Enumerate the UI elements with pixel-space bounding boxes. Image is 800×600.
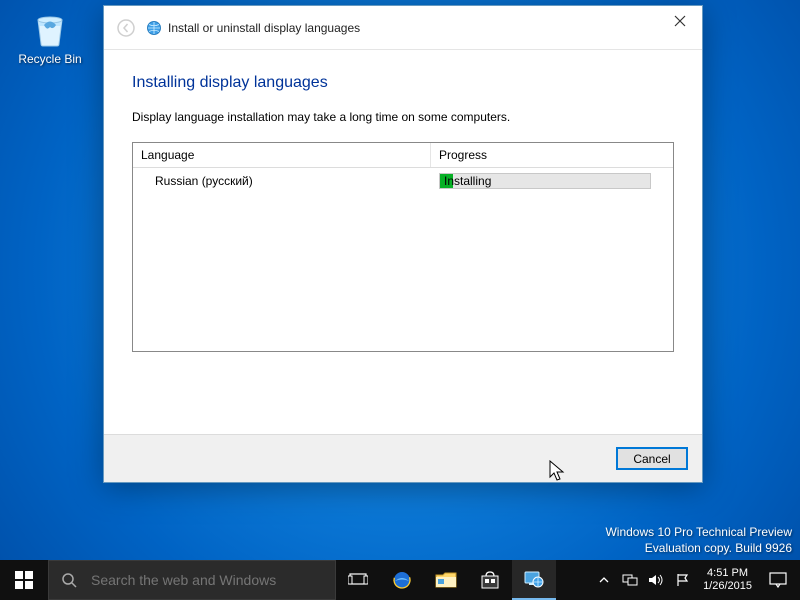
flag-icon [675,573,689,587]
taskbar-app-ie[interactable] [380,560,424,600]
taskbar: 4:51 PM 1/26/2015 [0,560,800,600]
desktop: Winaero.com Recycle Bin Windows 10 Pro T… [0,0,800,600]
tray-network-icon[interactable] [617,573,643,587]
search-icon [49,572,89,588]
tray-overflow-button[interactable] [591,575,617,585]
row-language: Russian (русский) [133,172,431,190]
chevron-up-icon [599,575,609,585]
recycle-bin-icon[interactable]: Recycle Bin [14,8,86,66]
clock-time: 4:51 PM [703,567,752,580]
globe-monitor-icon [523,568,545,590]
build-watermark: Windows 10 Pro Technical Preview Evaluat… [605,524,792,556]
ie-icon [391,569,413,591]
action-center-button[interactable] [760,572,796,588]
dialog-footer: Cancel [104,434,702,482]
taskbar-apps [336,560,556,600]
start-button[interactable] [0,560,48,600]
close-button[interactable] [657,6,702,35]
windows-logo-icon [15,571,33,589]
taskbar-app-store[interactable] [468,560,512,600]
col-header-language[interactable]: Language [133,143,431,167]
dialog-subtext: Display language installation may take a… [132,110,674,124]
cancel-button[interactable]: Cancel [616,447,688,470]
notification-icon [769,572,787,588]
taskbar-app-explorer[interactable] [424,560,468,600]
progress-bar: Installing [439,173,651,189]
search-input[interactable] [89,571,335,589]
tray-flag-icon[interactable] [669,573,695,587]
globe-icon [146,20,162,36]
col-header-progress[interactable]: Progress [431,143,673,167]
language-grid: Language Progress Russian (русский) Inst… [132,142,674,352]
taskbar-app-language-installer[interactable] [512,560,556,600]
grid-header: Language Progress [133,143,673,168]
dialog-heading: Installing display languages [132,74,674,92]
install-language-dialog: Install or uninstall display languages I… [103,5,703,483]
table-row: Russian (русский) Installing [133,168,673,194]
taskbar-clock[interactable]: 4:51 PM 1/26/2015 [695,567,760,592]
task-view-icon [348,572,368,588]
progress-label: Installing [444,174,491,189]
clock-date: 1/26/2015 [703,580,752,593]
dialog-content: Installing display languages Display lan… [104,50,702,434]
dialog-title: Install or uninstall display languages [168,21,360,35]
back-button [114,16,138,40]
taskbar-search[interactable] [48,560,336,600]
folder-icon [435,571,457,589]
recycle-bin-label: Recycle Bin [14,52,86,66]
store-icon [480,570,500,590]
dialog-titlebar: Install or uninstall display languages [104,6,702,50]
task-view-button[interactable] [336,560,380,600]
speaker-icon [648,573,664,587]
build-line-1: Windows 10 Pro Technical Preview [605,524,792,540]
network-icon [622,573,638,587]
tray-volume-icon[interactable] [643,573,669,587]
trash-icon [30,8,70,48]
build-line-2: Evaluation copy. Build 9926 [605,540,792,556]
system-tray: 4:51 PM 1/26/2015 [591,560,800,600]
row-progress: Installing [431,171,673,191]
